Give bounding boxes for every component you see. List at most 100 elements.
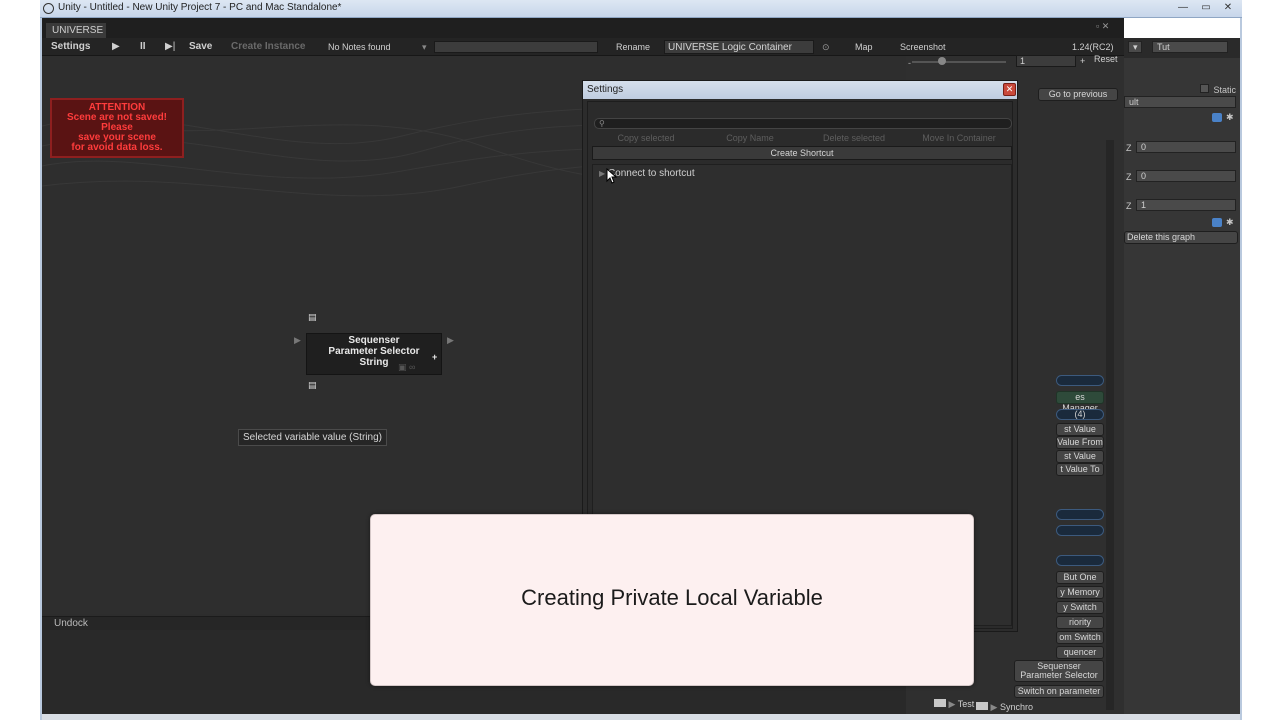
expand-arrow-icon: ▶ (990, 702, 998, 712)
sequenser-node[interactable]: Sequenser Parameter Selector String (306, 333, 442, 375)
zoom-slider-track[interactable] (912, 61, 1006, 63)
palette-item[interactable]: riority (1056, 616, 1104, 629)
undock-button[interactable]: Undock (54, 618, 88, 629)
node-tooltip: Selected variable value (String) (238, 429, 387, 446)
input-doc-icon[interactable]: ▤ (308, 312, 317, 323)
step-button[interactable]: ▶| (165, 40, 175, 54)
help-book-icon[interactable] (1212, 218, 1222, 227)
tab-universe[interactable]: UNIVERSE (46, 23, 106, 38)
universe-tab-bar: UNIVERSE ▫ ✕ (42, 18, 1124, 38)
unsaved-warning: ATTENTION Scene are not saved! Please sa… (50, 98, 184, 158)
reset-button[interactable]: Reset (1094, 54, 1118, 64)
save-button[interactable]: Save (189, 40, 212, 54)
gear-icon[interactable]: ✱ (1226, 112, 1234, 123)
palette-group-bar (1056, 555, 1104, 566)
screenshot-button[interactable]: Screenshot (900, 40, 946, 54)
zoom-plus-icon[interactable]: + (1080, 56, 1085, 66)
connect-label: Connect to shortcut (607, 168, 695, 179)
node-input-arrow-icon[interactable]: ▶ (294, 335, 301, 346)
search-icon: ⚲ (599, 119, 605, 128)
node-title-line: Sequenser (348, 335, 400, 346)
folder-icon (934, 699, 946, 707)
zoom-minus-icon[interactable]: - (908, 58, 911, 68)
create-shortcut-button[interactable]: Create Shortcut (592, 146, 1012, 160)
move-in-container-button[interactable]: Move In Container (906, 132, 1012, 144)
notes-dropdown[interactable]: No Notes found (328, 40, 391, 54)
settings-button[interactable]: Settings (51, 40, 90, 54)
palette-item[interactable]: y Switch (1056, 601, 1104, 614)
copy-name-button[interactable]: Copy Name (698, 132, 802, 144)
window-border-right (1240, 18, 1242, 720)
inspector-toolbar: ▾ Tut (1124, 38, 1240, 58)
tree-item-test[interactable]: ▶ Test (934, 699, 974, 710)
rename-button[interactable]: Rename (616, 40, 650, 54)
minimize-button[interactable]: — (1173, 2, 1193, 14)
sequenser-parameter-selector-button[interactable]: Sequenser Parameter Selector (1014, 660, 1104, 682)
close-window-button[interactable]: ✕ (1218, 2, 1238, 14)
palette-item[interactable]: (4) (1056, 409, 1104, 420)
map-button[interactable]: Map (855, 40, 873, 54)
palette-group-bar (1056, 525, 1104, 536)
palette-item[interactable]: Value From (1056, 436, 1104, 449)
settings-search-input[interactable]: ⚲ (594, 118, 1012, 129)
window-titlebar[interactable]: Unity - Untitled - New Unity Project 7 -… (40, 0, 1242, 18)
go-previous-button[interactable]: Go to previous (1038, 88, 1118, 101)
notes-dropdown-arrow-icon[interactable]: ▾ (422, 40, 427, 54)
settings-close-button[interactable]: ✕ (1003, 83, 1016, 96)
add-output-icon[interactable]: + (432, 352, 437, 362)
window-border-bottom (42, 714, 1240, 720)
version-label: 1.24(RC2) (1072, 42, 1114, 52)
delete-graph-button[interactable]: Delete this graph (1124, 231, 1238, 244)
position-z-field[interactable]: 0 (1136, 141, 1236, 153)
gear-icon[interactable]: ✱ (1226, 217, 1234, 228)
zoom-slider-handle[interactable] (938, 57, 946, 65)
target-icon[interactable]: ⊙ (822, 40, 830, 54)
palette-item[interactable]: t Value To (1056, 463, 1104, 476)
node-mini-icons: ▣ ∞ (398, 362, 416, 372)
create-instance-button[interactable]: Create Instance (231, 40, 305, 54)
mouse-cursor-icon (606, 168, 618, 184)
layer-dropdown[interactable]: ult (1124, 96, 1236, 108)
palette-item[interactable]: quencer (1056, 646, 1104, 659)
caption-text: Creating Private Local Variable (521, 585, 823, 610)
rotation-z-field[interactable]: 0 (1136, 170, 1236, 182)
tree-label: Synchro (999, 702, 1033, 712)
maximize-button[interactable]: ▭ (1196, 2, 1216, 14)
expand-arrow-icon: ▶ (599, 169, 606, 178)
notes-field[interactable] (434, 41, 598, 53)
universe-toolbar: Settings ▶ II ▶| Save Create Instance No… (42, 38, 1124, 56)
warning-line: for avoid data loss. (71, 142, 163, 153)
output-doc-icon[interactable]: ▤ (308, 380, 317, 391)
palette-item[interactable]: es Manager (1056, 391, 1104, 413)
tree-label: Test (957, 699, 975, 709)
settings-titlebar[interactable]: Settings (583, 81, 1017, 99)
palette-item[interactable]: y Memory (1056, 586, 1104, 599)
node-title-line: Parameter Selector (328, 346, 420, 357)
z-label: Z (1126, 201, 1132, 211)
scale-z-field[interactable]: 1 (1136, 199, 1236, 211)
delete-selected-button[interactable]: Delete selected (802, 132, 906, 144)
window-title: Unity - Untitled - New Unity Project 7 -… (58, 2, 342, 13)
palette-item[interactable]: st Value (1056, 450, 1104, 463)
folder-icon (976, 702, 988, 710)
copy-selected-button[interactable]: Copy selected (594, 132, 698, 144)
tree-item-synchro[interactable]: ▶ Synchro (976, 702, 1033, 713)
node-title-line: String (359, 357, 389, 368)
tab-close-icon[interactable]: ▫ ✕ (1096, 21, 1109, 32)
caption-overlay: Creating Private Local Variable (370, 514, 974, 686)
palette-item[interactable]: st Value (1056, 423, 1104, 436)
palette-item[interactable]: But One (1056, 571, 1104, 584)
inspector-dropdown-arrow[interactable]: ▾ (1128, 41, 1142, 53)
help-book-icon[interactable] (1212, 113, 1222, 122)
play-button[interactable]: ▶ (112, 40, 120, 54)
palette-scrollbar[interactable] (1106, 140, 1114, 710)
container-name-field[interactable]: UNIVERSE Logic Container (664, 40, 814, 54)
palette-item[interactable]: om Switch (1056, 631, 1104, 644)
node-output-arrow-icon[interactable]: ▶ (447, 335, 454, 346)
expand-arrow-icon: ▶ (948, 699, 956, 709)
pause-button[interactable]: II (140, 40, 146, 54)
inspector-panel (1124, 38, 1240, 714)
layout-dropdown[interactable]: Tut (1152, 41, 1228, 53)
zoom-value-field[interactable]: 1 (1016, 55, 1076, 67)
switch-on-parameter-button[interactable]: Switch on parameter (1014, 685, 1104, 698)
